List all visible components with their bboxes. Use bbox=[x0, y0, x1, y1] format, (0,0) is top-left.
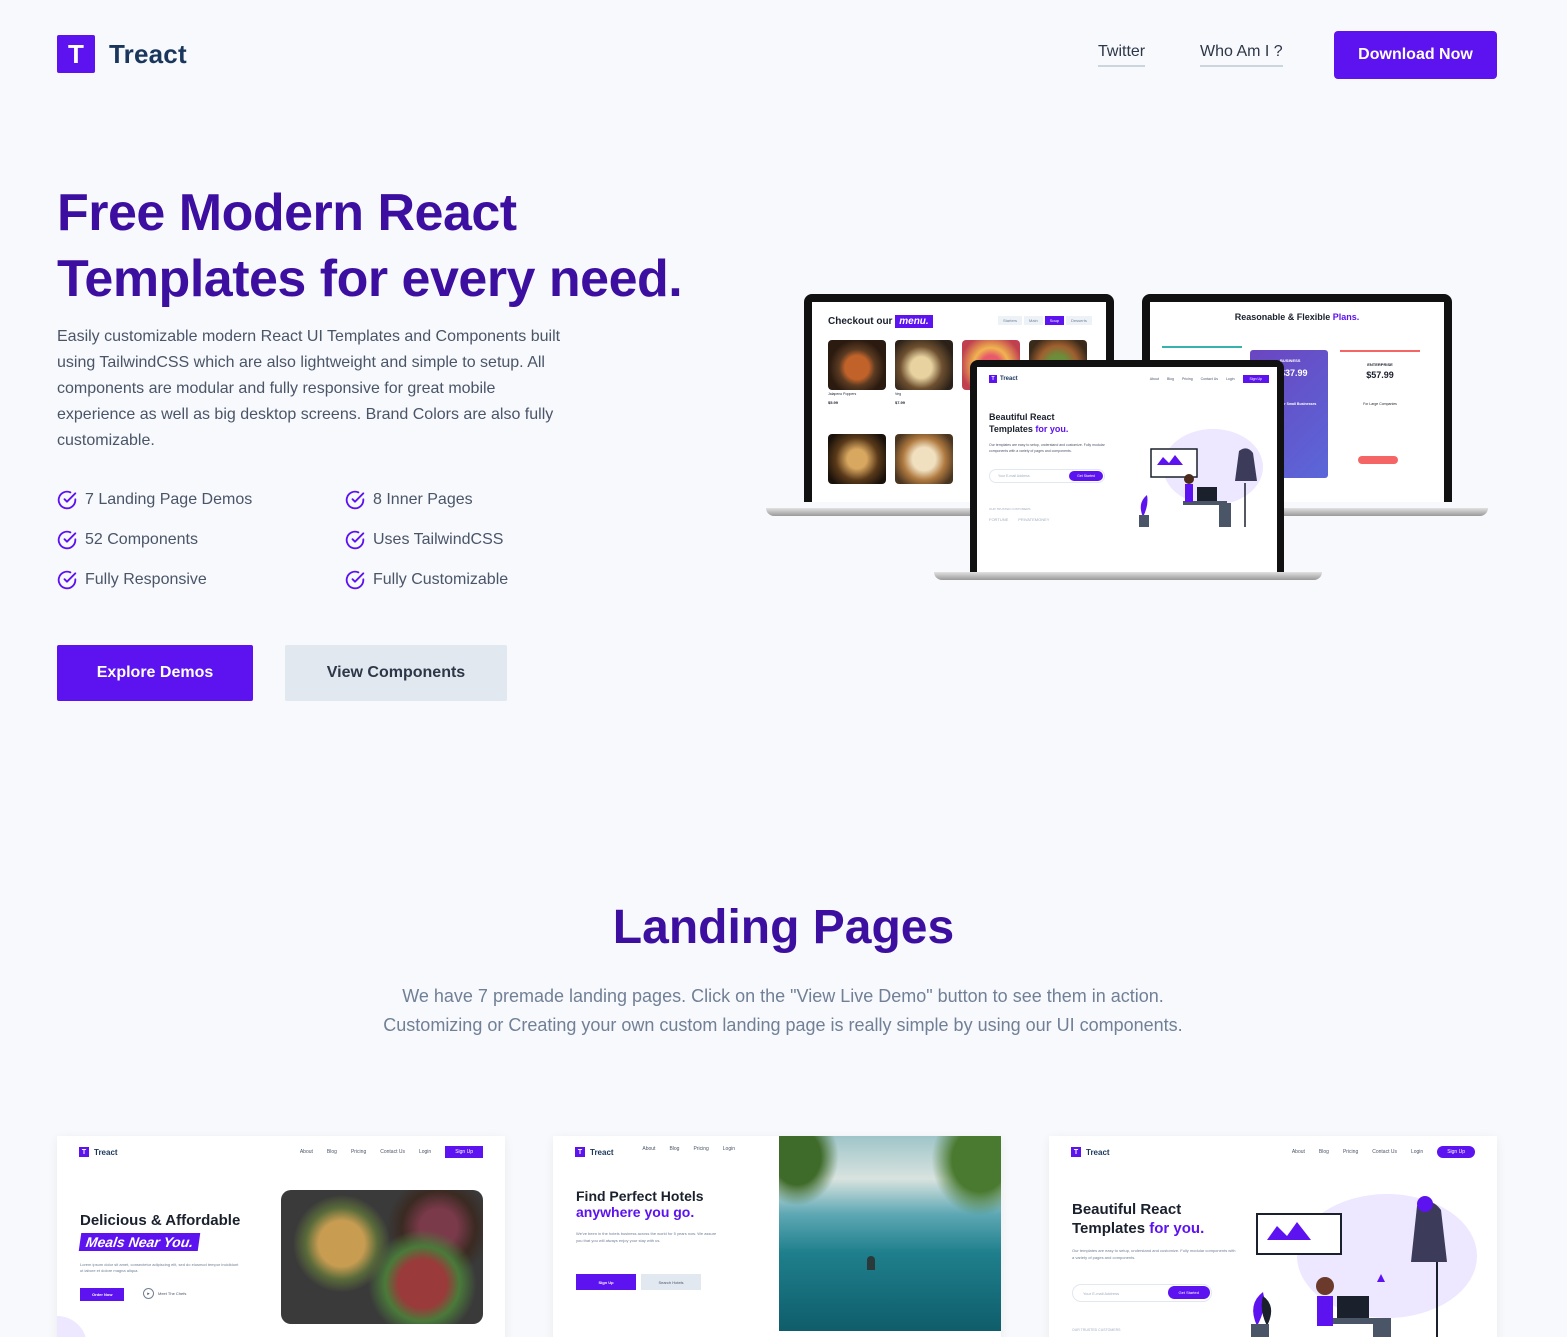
card-title: Find Perfect Hotels bbox=[576, 1188, 704, 1204]
feature-item: Fully Responsive bbox=[57, 568, 345, 592]
hotel-pool-photo bbox=[779, 1136, 1001, 1331]
card-highlight: anywhere you go. bbox=[576, 1204, 695, 1220]
feature-label: 8 Inner Pages bbox=[373, 491, 473, 508]
check-circle-icon bbox=[345, 530, 365, 550]
search-hotels-button[interactable]: Search Hotels bbox=[641, 1274, 701, 1290]
play-icon: ▸ bbox=[143, 1288, 154, 1299]
hero-description: Easily customizable modern React UI Temp… bbox=[57, 328, 561, 449]
check-circle-icon bbox=[345, 570, 365, 590]
order-now-button[interactable]: Order Now bbox=[80, 1288, 125, 1301]
card-title: Beautiful React Templates for you. bbox=[1072, 1201, 1205, 1237]
food-photo bbox=[281, 1190, 483, 1324]
feature-item: 8 Inner Pages bbox=[345, 488, 633, 512]
landing-page-card-templates[interactable]: T Treact About Blog Pricing Contact Us Lo… bbox=[1049, 1136, 1497, 1337]
laptop-base bbox=[934, 572, 1322, 580]
logo-icon: T bbox=[57, 35, 95, 73]
food-image bbox=[895, 434, 953, 484]
landing-page-card-hotel[interactable]: T Treact About Blog Pricing Login Find Pe… bbox=[553, 1136, 1001, 1337]
hero-laptops-image: Checkout our menu. Starters Main Soup De… bbox=[766, 290, 1490, 590]
card-title: Delicious & Affordable bbox=[80, 1212, 241, 1229]
food-image bbox=[828, 434, 886, 484]
workspace-illustration bbox=[1139, 429, 1263, 527]
laptop-hero: T Treact About Blog Pricing Contact Us L… bbox=[934, 360, 1322, 580]
section-description: We have 7 premade landing pages. Click o… bbox=[383, 986, 1183, 1035]
feature-label: 7 Landing Page Demos bbox=[85, 491, 253, 508]
feature-item: 7 Landing Page Demos bbox=[57, 488, 345, 512]
food-image bbox=[895, 340, 953, 390]
feature-label: Fully Customizable bbox=[373, 571, 509, 588]
check-circle-icon bbox=[57, 490, 77, 510]
nav-link-who-am-i[interactable]: Who Am I ? bbox=[1200, 43, 1283, 67]
hero-title-line1: Free Modern React bbox=[57, 184, 517, 242]
feature-label: Uses TailwindCSS bbox=[373, 531, 504, 548]
feature-label: 52 Components bbox=[85, 531, 198, 548]
check-circle-icon bbox=[57, 570, 77, 590]
logo-text: Treact bbox=[109, 38, 187, 69]
landing-page-card-restaurant[interactable]: T Treact About Blog Pricing Contact Us Lo… bbox=[57, 1136, 505, 1337]
logo[interactable]: T Treact bbox=[57, 35, 187, 73]
download-now-button[interactable]: Download Now bbox=[1334, 31, 1497, 79]
card-highlight: Meals Near You. bbox=[78, 1233, 201, 1251]
workspace-illustration bbox=[1251, 1194, 1477, 1337]
view-components-button[interactable]: View Components bbox=[285, 645, 507, 701]
food-image bbox=[828, 340, 886, 390]
feature-label: Fully Responsive bbox=[85, 571, 207, 588]
feature-item: Fully Customizable bbox=[345, 568, 633, 592]
hero-title: Free Modern React Templates for every ne… bbox=[57, 180, 757, 312]
feature-item: Uses TailwindCSS bbox=[345, 528, 633, 552]
header: T Treact Twitter Who Am I ? Download Now bbox=[57, 31, 1497, 79]
check-circle-icon bbox=[345, 490, 365, 510]
explore-demos-button[interactable]: Explore Demos bbox=[57, 645, 253, 701]
section-title: Landing Pages bbox=[612, 901, 955, 954]
get-started-button[interactable]: Get Started bbox=[1167, 1286, 1210, 1299]
plans-heading: Reasonable & Flexible Plans. bbox=[1234, 312, 1360, 322]
sign-up-button[interactable]: Sign Up bbox=[576, 1274, 636, 1290]
check-circle-icon bbox=[57, 530, 77, 550]
feature-list: 7 Landing Page Demos 8 Inner Pages 52 Co… bbox=[57, 488, 637, 592]
feature-item: 52 Components bbox=[57, 528, 345, 552]
menu-tabs: Starters Main Soup Desserts bbox=[998, 316, 1092, 325]
hero-title-line2: Templates for every need. bbox=[57, 250, 683, 308]
nav-link-twitter[interactable]: Twitter bbox=[1098, 43, 1146, 67]
menu-heading: Checkout our menu. bbox=[828, 315, 933, 328]
